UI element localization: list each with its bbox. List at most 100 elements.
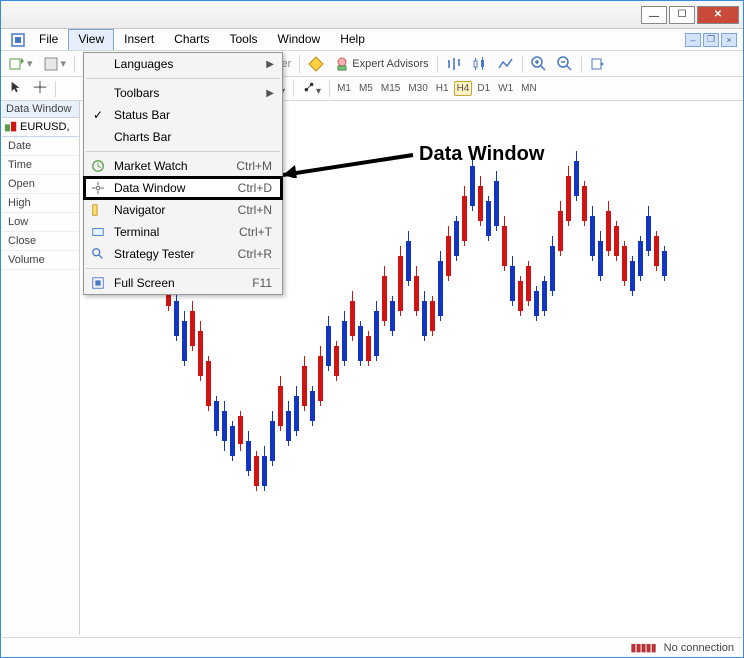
candle	[574, 101, 578, 621]
cursor-button[interactable]	[5, 78, 27, 99]
candle	[398, 101, 402, 621]
candle	[382, 101, 386, 621]
app-icon	[7, 29, 29, 50]
candle	[422, 101, 426, 621]
new-chart-button[interactable]: ▾	[5, 54, 37, 74]
row-time: Time	[2, 156, 79, 175]
mdi-restore-button[interactable]: ❐	[703, 33, 719, 47]
menu-strategy-tester[interactable]: Strategy TesterCtrl+R	[84, 243, 282, 265]
candle	[462, 101, 466, 621]
menu-tools[interactable]: Tools	[220, 29, 268, 50]
candle	[414, 101, 418, 621]
candle	[358, 101, 362, 621]
menu-charts[interactable]: Charts	[164, 29, 219, 50]
candle	[646, 101, 650, 621]
view-dropdown: Languages▶ Toolbars▶ ✓ Status Bar Charts…	[83, 52, 283, 295]
magnifier-icon	[90, 246, 106, 262]
crosshair-button[interactable]	[29, 78, 51, 99]
row-close: Close	[2, 232, 79, 251]
candle	[486, 101, 490, 621]
candle	[518, 101, 522, 621]
menu-terminal[interactable]: TerminalCtrl+T	[84, 221, 282, 243]
menu-market-watch[interactable]: Market WatchCtrl+M	[84, 155, 282, 177]
mdi-minimize-button[interactable]: –	[685, 33, 701, 47]
window-minimize-button[interactable]	[641, 6, 667, 24]
app-window: File View Insert Charts Tools Window Hel…	[0, 0, 744, 658]
tf-h1-button[interactable]: H1	[433, 81, 452, 96]
folder-icon	[90, 202, 106, 218]
mdi-close-button[interactable]: ×	[721, 33, 737, 47]
zoom-in-button[interactable]	[527, 54, 551, 74]
candle	[558, 101, 562, 621]
candle	[566, 101, 570, 621]
zoom-out-button[interactable]	[553, 54, 577, 74]
candle	[286, 101, 290, 621]
auto-scroll-button[interactable]	[586, 54, 610, 74]
row-low: Low	[2, 213, 79, 232]
menu-view[interactable]: View	[68, 29, 114, 50]
line-chart-button[interactable]	[494, 54, 518, 74]
bar-chart-button[interactable]	[442, 54, 466, 74]
row-volume: Volume	[2, 251, 79, 270]
candle	[350, 101, 354, 621]
candle	[590, 101, 594, 621]
menu-window[interactable]: Window	[268, 29, 331, 50]
candle	[542, 101, 546, 621]
candle	[478, 101, 482, 621]
candle	[334, 101, 338, 621]
menu-file[interactable]: File	[29, 29, 68, 50]
row-date: Date	[2, 137, 79, 156]
tf-m30-button[interactable]: M30	[405, 81, 430, 96]
candle	[446, 101, 450, 621]
expert-advisors-button[interactable]: Expert Advisors	[330, 54, 432, 74]
candle	[366, 101, 370, 621]
candle	[662, 101, 666, 621]
row-high: High	[2, 194, 79, 213]
menu-status-bar[interactable]: ✓ Status Bar	[84, 104, 282, 126]
candle	[534, 101, 538, 621]
menu-help[interactable]: Help	[330, 29, 375, 50]
tf-d1-button[interactable]: D1	[474, 81, 493, 96]
tf-m15-button[interactable]: M15	[378, 81, 403, 96]
tf-m1-button[interactable]: M1	[334, 81, 354, 96]
menu-insert[interactable]: Insert	[114, 29, 164, 50]
title-bar	[1, 1, 743, 29]
candle	[470, 101, 474, 621]
candle	[390, 101, 394, 621]
candle	[342, 101, 346, 621]
candle	[406, 101, 410, 621]
candle	[318, 101, 322, 621]
menu-toolbars[interactable]: Toolbars▶	[84, 82, 282, 104]
tf-mn-button[interactable]: MN	[518, 81, 540, 96]
candle	[454, 101, 458, 621]
menu-data-window[interactable]: Data WindowCtrl+D	[84, 177, 282, 199]
candle	[494, 101, 498, 621]
candlestick-chart-button[interactable]	[468, 54, 492, 74]
window-maximize-button[interactable]	[669, 6, 695, 24]
window-close-button[interactable]	[697, 6, 739, 24]
profiles-button[interactable]: ▾	[39, 54, 71, 74]
tf-w1-button[interactable]: W1	[495, 81, 516, 96]
menu-full-screen[interactable]: Full ScreenF11	[84, 272, 282, 294]
candle	[582, 101, 586, 621]
tf-m5-button[interactable]: M5	[356, 81, 376, 96]
data-window-symbol: EURUSD,	[2, 118, 79, 137]
candle	[550, 101, 554, 621]
menu-charts-bar[interactable]: Charts Bar	[84, 126, 282, 148]
periodicity-button[interactable]: ▾	[298, 78, 325, 99]
menu-navigator[interactable]: NavigatorCtrl+N	[84, 199, 282, 221]
candle	[606, 101, 610, 621]
candle	[614, 101, 618, 621]
candle	[294, 101, 298, 621]
annotation-text: Data Window	[419, 143, 544, 166]
row-open: Open	[2, 175, 79, 194]
candle	[638, 101, 642, 621]
candle	[302, 101, 306, 621]
metaquotes-button[interactable]	[304, 54, 328, 74]
terminal-icon	[90, 224, 106, 240]
candle	[526, 101, 530, 621]
status-text: No connection	[664, 642, 734, 654]
candle	[510, 101, 514, 621]
menu-languages[interactable]: Languages▶	[84, 53, 282, 75]
tf-h4-button[interactable]: H4	[454, 81, 473, 96]
